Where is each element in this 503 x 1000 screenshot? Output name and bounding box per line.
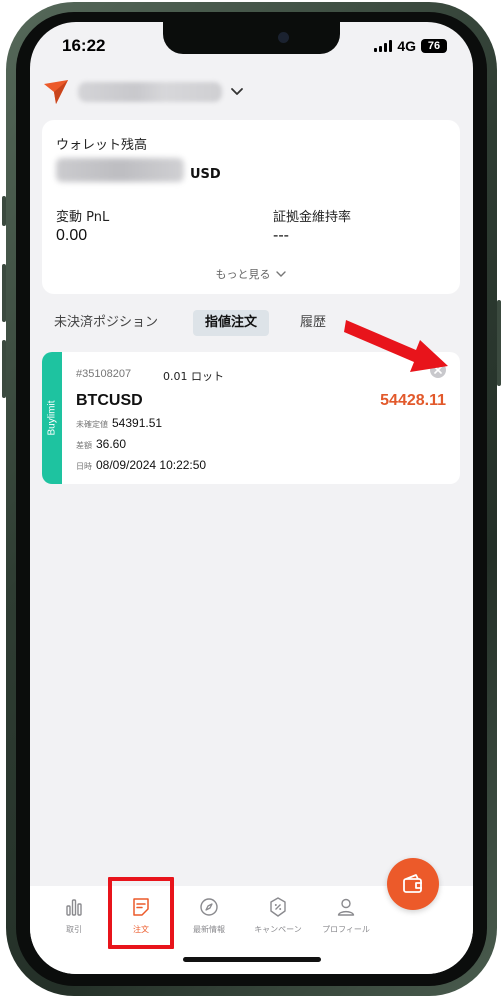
network-type: 4G — [397, 38, 416, 54]
wallet-balance-label: ウォレット残高 — [56, 138, 148, 153]
pnl-label: 変動 PnL — [56, 210, 110, 225]
order-current-row: 未確定値 54391.51 — [76, 416, 162, 430]
diff-label: 差額 — [76, 441, 92, 450]
status-time: 16:22 — [62, 36, 106, 55]
app-header — [42, 74, 462, 110]
tab-history[interactable]: 履歴 — [300, 310, 326, 336]
annotation-arrow — [344, 320, 448, 372]
nav-trade-label: 取引 — [66, 925, 82, 934]
side-button-left-3 — [2, 340, 6, 398]
order-price: 54428.11 — [380, 392, 446, 409]
nav-campaign[interactable]: キャンペーン — [242, 896, 314, 935]
current-value: 54391.51 — [112, 416, 163, 430]
show-more-label: もっと見る — [215, 268, 271, 281]
current-value-label: 未確定値 — [76, 420, 108, 429]
margin-level-label: 証拠金維持率 — [273, 210, 352, 225]
app-screen: 16:22 4G 76 ウォレット残高 USD 変動 PnL 0.00 証拠金維… — [30, 22, 473, 974]
chevron-down-icon — [275, 271, 286, 277]
nav-trade[interactable]: 取引 — [38, 896, 110, 935]
order-symbol: BTCUSD — [76, 392, 143, 409]
date-value: 08/09/2024 10:22:50 — [96, 458, 207, 472]
side-button-right — [497, 300, 501, 386]
order-date-row: 日時 08/09/2024 10:22:50 — [76, 458, 206, 472]
wallet-currency: USD — [190, 167, 221, 182]
side-button-left-1 — [2, 196, 6, 226]
account-selector[interactable] — [78, 82, 222, 102]
wallet-card: ウォレット残高 USD 変動 PnL 0.00 証拠金維持率 --- もっと見る — [42, 120, 460, 294]
status-indicators: 4G 76 — [374, 38, 447, 54]
user-icon — [337, 898, 355, 916]
diff-value: 36.60 — [96, 437, 127, 451]
wallet-icon — [403, 874, 422, 893]
side-button-left-2 — [2, 264, 6, 322]
deposit-fab-button[interactable] — [387, 858, 439, 910]
battery-icon: 76 — [421, 39, 447, 53]
nav-profile[interactable]: プロフィール — [310, 896, 382, 935]
coupon-icon — [270, 897, 286, 917]
chart-bars-icon — [66, 899, 82, 916]
tab-limit-orders[interactable]: 指値注文 — [193, 310, 270, 336]
margin-level-value: --- — [273, 227, 289, 244]
nav-news-label: 最新情報 — [193, 925, 225, 934]
pnl-value: 0.00 — [56, 227, 88, 244]
brand-logo-icon — [44, 80, 68, 104]
order-side-label: Buylimit — [46, 400, 58, 436]
wallet-balance-value — [56, 158, 184, 182]
status-bar: 16:22 4G 76 — [30, 22, 473, 70]
signal-icon — [374, 40, 393, 52]
date-label: 日時 — [76, 462, 92, 471]
nav-campaign-label: キャンペーン — [254, 925, 302, 934]
compass-icon — [200, 898, 218, 916]
order-lot: 0.01 ロット — [163, 370, 224, 383]
order-side-strip: Buylimit — [42, 352, 62, 484]
nav-news[interactable]: 最新情報 — [173, 896, 245, 935]
show-more-button[interactable]: もっと見る — [42, 266, 460, 282]
tab-open-positions[interactable]: 未決済ポジション — [54, 310, 158, 336]
nav-profile-label: プロフィール — [322, 925, 370, 934]
chevron-down-icon[interactable] — [228, 82, 246, 100]
home-indicator — [183, 957, 321, 962]
annotation-highlight-box — [108, 877, 174, 949]
order-diff-row: 差額 36.60 — [76, 437, 126, 451]
order-id: #35108207 — [76, 368, 132, 380]
